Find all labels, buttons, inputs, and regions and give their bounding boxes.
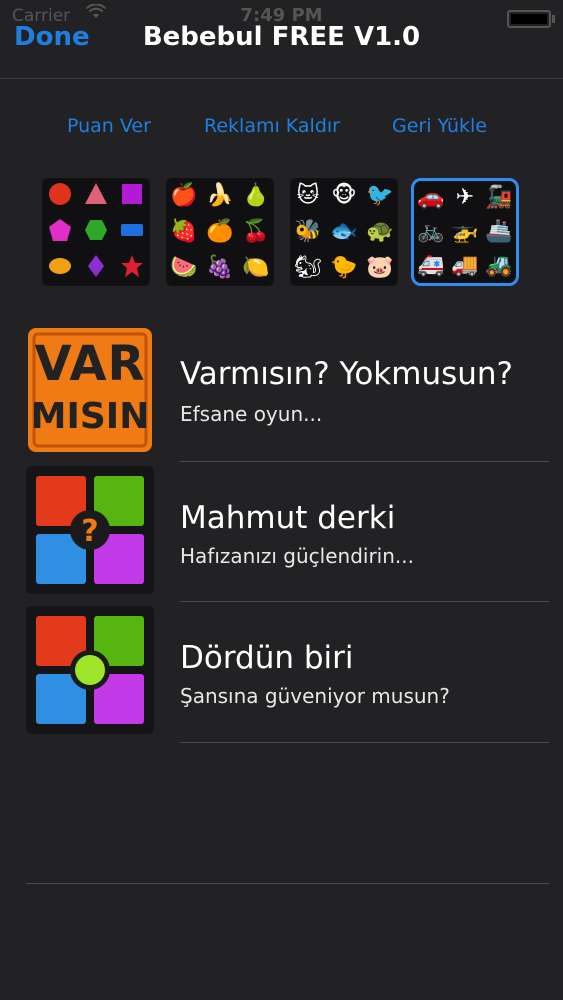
var-misin-icon: VAR MISIN [26,326,154,454]
cat-icon: 🐱 [296,183,320,208]
orange-oval-icon [48,254,72,283]
red-star-icon [120,254,144,283]
watermelon-icon: 🍉 [170,255,198,280]
ship-icon: 🚢 [485,219,513,244]
row-separator [180,742,549,743]
bee-icon: 🐝 [294,219,322,244]
tractor-icon: 🚜 [485,253,513,278]
strawberry-icon: 🍓 [170,219,198,244]
apple-icon: 🍎 [170,183,198,208]
game-row-mahmut-derki[interactable]: ? Mahmut derki Hafızanızı güçlendirin... [0,462,563,602]
train-icon: 🚂 [485,185,513,210]
grapes-icon: 🍇 [206,255,234,280]
navigation-bar: Bebebul FREE V1.0 Done [0,0,563,79]
helicopter-icon: 🚁 [451,219,479,244]
game-subtitle: Şansına güveniyor musun? [180,684,450,708]
done-button[interactable]: Done [14,22,90,52]
turtle-icon: 🐢 [366,219,394,244]
pink-triangle-icon [84,182,108,211]
cherry-icon: 🍒 [242,219,270,244]
theme-selector: 🍎 🍌 🍐 🍓 🍊 🍒 🍉 🍇 🍋 🐱 🐵 🐦 🐝 🐟 🐢 🐿 🐤 🐷 🚗 ✈ … [0,178,563,288]
game-row-dordun-biri[interactable]: Dördün biri Şansına güveniyor musun? [0,602,563,742]
purple-diamond-icon [84,254,108,283]
game-subtitle: Hafızanızı güçlendirin... [180,544,414,568]
monkey-icon: 🐵 [331,183,357,208]
rate-button[interactable]: Puan Ver [67,115,151,137]
var-misin-logo-top: VAR [34,336,146,392]
bicycle-icon: 🚲 [417,219,445,244]
action-links: Puan Ver Reklamı Kaldır Geri Yükle [0,115,563,145]
chick-icon: 🐤 [330,255,358,280]
ambulance-icon: 🚑 [417,253,445,278]
purple-square-icon [120,182,144,211]
remove-ads-button[interactable]: Reklamı Kaldır [204,115,340,137]
orange-icon: 🍊 [206,219,234,244]
car-icon: 🚗 [417,185,445,210]
svg-text:?: ? [81,514,98,549]
game-row-var-misin[interactable]: VAR MISIN Varmısın? Yokmusun? Efsane oyu… [0,320,563,460]
game-title: Dördün biri [180,640,354,676]
game-title: Mahmut derki [180,500,396,536]
truck-icon: 🚚 [451,253,479,278]
fish-icon: 🐟 [330,219,358,244]
squirrel-icon: 🐿 [294,255,322,280]
theme-vehicles[interactable]: 🚗 ✈ 🚂 🚲 🚁 🚢 🚑 🚚 🚜 [411,178,519,286]
theme-shapes[interactable] [42,178,150,286]
pig-icon: 🐷 [366,255,394,280]
green-hexagon-icon [84,218,108,247]
banana-icon: 🍌 [206,183,234,208]
game-subtitle: Efsane oyun... [180,402,323,426]
dordun-biri-icon [26,606,154,734]
lemon-icon: 🍋 [242,255,270,280]
pink-pentagon-icon [48,218,72,247]
red-circle-icon [48,182,72,211]
pear-icon: 🍐 [242,183,270,208]
game-title: Varmısın? Yokmusun? [180,356,514,392]
mahmut-derki-icon: ? [26,466,154,594]
plane-icon: ✈ [455,185,475,210]
bottom-divider [26,883,549,884]
theme-fruits[interactable]: 🍎 🍌 🍐 🍓 🍊 🍒 🍉 🍇 🍋 [166,178,274,286]
theme-animals[interactable]: 🐱 🐵 🐦 🐝 🐟 🐢 🐿 🐤 🐷 [290,178,398,286]
blue-rectangle-icon [120,218,144,247]
bird-icon: 🐦 [366,183,394,208]
var-misin-logo-bottom: MISIN [30,396,150,437]
restore-button[interactable]: Geri Yükle [392,115,487,137]
